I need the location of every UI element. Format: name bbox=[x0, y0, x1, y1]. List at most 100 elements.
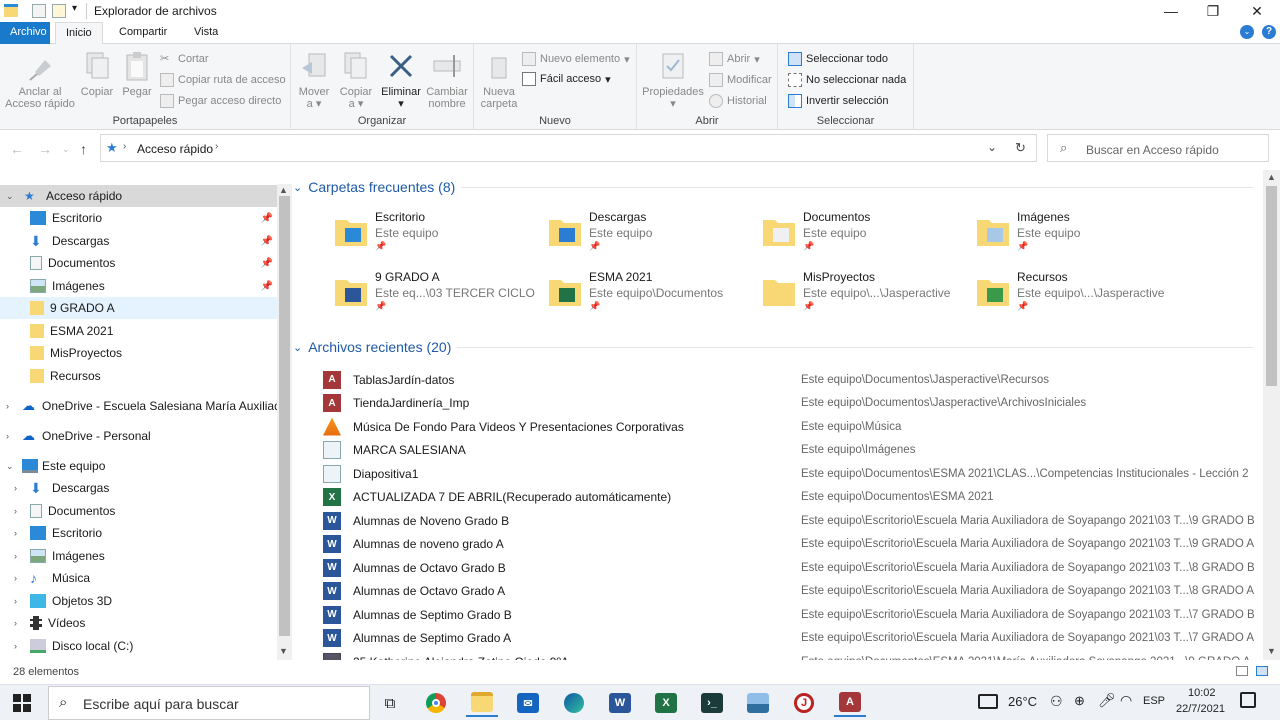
recent-file-row[interactable]: W Alumnas de Septimo Grado B Este equipo… bbox=[323, 603, 1263, 626]
nav-onedrive-personal[interactable]: › ☁ OneDrive - Personal bbox=[0, 425, 277, 447]
cut-button[interactable]: ✂ Cortar bbox=[160, 52, 209, 66]
up-arrow-icon[interactable]: ↑ bbox=[80, 141, 87, 157]
nav-scrollbar-thumb[interactable] bbox=[279, 196, 290, 636]
file-explorer-taskbar-icon[interactable] bbox=[466, 689, 498, 717]
new-item-button[interactable]: Nuevo elemento ▾ bbox=[522, 52, 630, 66]
history-button[interactable]: Historial bbox=[709, 94, 767, 108]
frequent-folder-tile[interactable]: MisProyectos Este equipo\...\Jasperactiv… bbox=[761, 268, 971, 318]
recent-file-row[interactable]: MARCA SALESIANA Este equipo\Imágenes bbox=[323, 439, 1263, 462]
taskbar-search-box[interactable]: ⌕ Escribe aquí para buscar bbox=[48, 686, 370, 720]
frequent-folder-tile[interactable]: 9 GRADO A Este eq...\03 TERCER CICLO 📌 bbox=[333, 268, 543, 318]
new-folder-quick-icon[interactable] bbox=[52, 4, 66, 18]
frequent-folder-tile[interactable]: Imágenes Este equipo 📌 bbox=[975, 208, 1185, 258]
properties-quick-icon[interactable] bbox=[32, 4, 46, 18]
nav-quick-9-grado-a[interactable]: 9 GRADO A bbox=[0, 297, 277, 319]
nav-pc-descargas[interactable]: › ⬇ Descargas bbox=[0, 477, 277, 499]
access-icon[interactable]: A bbox=[834, 689, 866, 717]
nav-quick-recursos[interactable]: Recursos bbox=[0, 365, 277, 387]
frequent-folder-tile[interactable]: Recursos Este equipo\...\Jasperactive 📌 bbox=[975, 268, 1185, 318]
people-icon[interactable]: ⚇ bbox=[1050, 693, 1063, 710]
nav-quick-imagenes[interactable]: Imágenes 📌 bbox=[0, 275, 277, 297]
nav-scroll-down-icon[interactable]: ▼ bbox=[279, 646, 288, 656]
weather-temp[interactable]: 26°C bbox=[1008, 694, 1037, 709]
recent-files-header[interactable]: ⌄ Archivos recientes (20) bbox=[293, 339, 1253, 355]
recent-file-row[interactable]: 25 Katherine Alejandra Zetino Ojeda 9ºA … bbox=[323, 650, 1263, 660]
wifi-icon[interactable]: ◠ bbox=[1120, 692, 1132, 709]
recent-file-row[interactable]: Diapositiva1 Este equipo\Documentos\ESMA… bbox=[323, 462, 1263, 485]
content-scroll-up-icon[interactable]: ▲ bbox=[1267, 172, 1276, 182]
recent-file-row[interactable]: X ACTUALIZADA 7 DE ABRIL(Recuperado auto… bbox=[323, 486, 1263, 509]
tab-inicio[interactable]: Inicio bbox=[55, 22, 103, 45]
ribbon-expand-icon[interactable]: ⌄ bbox=[1240, 25, 1254, 39]
chrome-icon[interactable] bbox=[420, 689, 452, 717]
expand-chevron-icon[interactable]: › bbox=[14, 573, 17, 583]
refresh-icon[interactable]: ↻ bbox=[1015, 140, 1026, 156]
recent-locations-chevron-icon[interactable]: ⌄ bbox=[62, 144, 70, 155]
select-all-button[interactable]: Seleccionar todo bbox=[788, 52, 888, 66]
nav-pc-musica[interactable]: › ♪ Música bbox=[0, 567, 277, 589]
easy-access-button[interactable]: Fácil acceso ▾ bbox=[522, 72, 611, 86]
tab-archivo[interactable]: Archivo bbox=[0, 22, 50, 44]
details-view-icon[interactable] bbox=[1236, 666, 1248, 676]
expand-chevron-icon[interactable]: › bbox=[14, 506, 17, 516]
weather-icon[interactable] bbox=[978, 694, 998, 709]
terminal-icon[interactable]: ›_ bbox=[696, 689, 728, 717]
recent-file-row[interactable]: A TablasJardín-datos Este equipo\Documen… bbox=[323, 368, 1263, 391]
clock-date[interactable]: 22/7/2021 bbox=[1176, 703, 1225, 715]
frequent-folder-tile[interactable]: Descargas Este equipo 📌 bbox=[547, 208, 757, 258]
recent-file-row[interactable]: W Alumnas de Octavo Grado B Este equipo\… bbox=[323, 556, 1263, 579]
expand-chevron-icon[interactable]: › bbox=[14, 641, 17, 651]
address-bar[interactable]: ★ › Acceso rápido › ⌄ ↻ bbox=[100, 134, 1037, 162]
nav-quick-escritorio[interactable]: Escritorio 📌 bbox=[0, 207, 277, 229]
nav-onedrive-school[interactable]: › ☁ OneDrive - Escuela Salesiana María Aux… bbox=[0, 395, 277, 417]
expand-chevron-icon[interactable]: › bbox=[14, 618, 17, 628]
search-box[interactable]: ⌕ Buscar en Acceso rápido bbox=[1047, 134, 1269, 162]
nav-pc-imagenes[interactable]: › Imágenes bbox=[0, 545, 277, 567]
notifications-icon[interactable] bbox=[1240, 692, 1256, 708]
photos-icon[interactable] bbox=[742, 689, 774, 717]
collapse-chevron-icon[interactable]: ⌄ bbox=[6, 191, 14, 202]
copy-path-button[interactable]: Copiar ruta de acceso bbox=[160, 73, 286, 87]
nav-pc-documentos[interactable]: › Documentos bbox=[0, 500, 277, 522]
expand-chevron-icon[interactable]: › bbox=[14, 551, 17, 561]
help-icon[interactable]: ? bbox=[1262, 25, 1276, 39]
frequent-folder-tile[interactable]: Documentos Este equipo 📌 bbox=[761, 208, 971, 258]
expand-chevron-icon[interactable]: › bbox=[14, 528, 17, 538]
forward-arrow-icon[interactable]: → bbox=[38, 141, 52, 157]
collapse-chevron-icon[interactable]: ⌄ bbox=[293, 181, 302, 194]
nav-quick-access[interactable]: ⌄ ★ Acceso rápido bbox=[0, 185, 277, 207]
address-dropdown-icon[interactable]: ⌄ bbox=[987, 140, 997, 154]
word-icon[interactable]: W bbox=[604, 689, 636, 717]
edit-button[interactable]: Modificar bbox=[709, 73, 772, 87]
content-scroll-down-icon[interactable]: ▼ bbox=[1267, 646, 1276, 656]
breadcrumb-chevron-icon[interactable]: › bbox=[215, 141, 218, 152]
tab-compartir[interactable]: Compartir bbox=[109, 22, 177, 44]
recent-file-row[interactable]: Música De Fondo Para Videos Y Presentaci… bbox=[323, 415, 1263, 438]
recent-file-row[interactable]: W Alumnas de Noveno Grado B Este equipo\… bbox=[323, 509, 1263, 532]
paste-button[interactable]: Pegar bbox=[118, 50, 156, 98]
minimize-button[interactable]: — bbox=[1148, 0, 1194, 22]
content-scrollbar-thumb[interactable] bbox=[1266, 186, 1277, 386]
properties-button[interactable]: Propiedades ▾ bbox=[641, 50, 705, 110]
excel-icon[interactable]: X bbox=[650, 689, 682, 717]
tab-vista[interactable]: Vista bbox=[184, 22, 228, 44]
back-arrow-icon[interactable]: ← bbox=[10, 141, 24, 157]
frequent-folder-tile[interactable]: Escritorio Este equipo 📌 bbox=[333, 208, 543, 258]
input-language[interactable]: ESP bbox=[1143, 695, 1165, 707]
rename-button[interactable]: Cambiar nombre bbox=[424, 50, 470, 110]
nav-quick-documentos[interactable]: Documentos 📌 bbox=[0, 252, 277, 274]
task-view-icon[interactable]: ⧉ bbox=[374, 689, 406, 717]
nav-pc-disco-c[interactable]: › Disco local (C:) bbox=[0, 635, 277, 657]
select-none-button[interactable]: No seleccionar nada bbox=[788, 73, 906, 87]
recent-file-row[interactable]: W Alumnas de noveno grado A Este equipo\… bbox=[323, 533, 1263, 556]
collapse-chevron-icon[interactable]: ⌄ bbox=[6, 461, 14, 472]
recent-file-row[interactable]: W Alumnas de Octavo Grado A Este equipo\… bbox=[323, 580, 1263, 603]
move-to-button[interactable]: Mover a ▾ bbox=[295, 50, 333, 110]
pin-quick-access-button[interactable]: Anclar al Acceso rápido bbox=[4, 50, 76, 110]
expand-chevron-icon[interactable]: › bbox=[14, 483, 17, 493]
open-button[interactable]: Abrir ▾ bbox=[709, 52, 760, 66]
recent-file-row[interactable]: W Alumnas de Septimo Grado A Este equipo… bbox=[323, 627, 1263, 650]
expand-chevron-icon[interactable]: › bbox=[6, 401, 9, 411]
expand-chevron-icon[interactable]: › bbox=[6, 431, 9, 441]
copy-button[interactable]: Copiar bbox=[78, 50, 116, 98]
